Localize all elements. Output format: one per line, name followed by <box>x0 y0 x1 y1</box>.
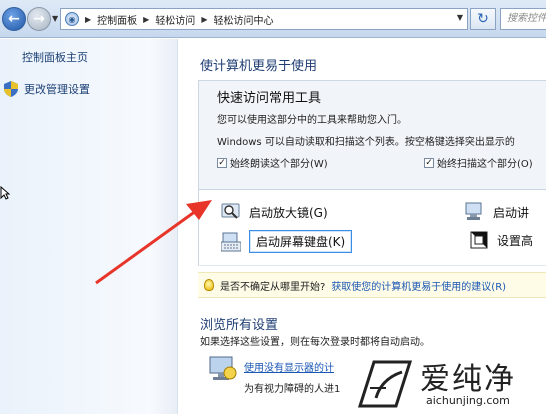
back-arrow-icon: ← <box>8 11 20 27</box>
always-scan-checkbox[interactable]: ✓ 始终扫描这个部分(O) <box>424 155 533 170</box>
lightbulb-icon <box>204 279 214 291</box>
always-read-label: 始终朗读这个部分(W) <box>230 159 328 170</box>
suggestion-question: 是否不确定从哪里开始? <box>220 281 326 293</box>
recent-pages-dropdown[interactable]: ▼ <box>52 14 58 23</box>
checkmark-icon: ✓ <box>424 157 434 168</box>
tool-launch-area: 启动放大镜(G) 启动屏幕键盘(K) 启动讲 设置高 <box>198 190 546 266</box>
start-onscreen-keyboard-link[interactable]: 启动屏幕键盘(K) <box>221 230 353 253</box>
quick-access-panel: 快速访问常用工具 您可以使用这部分中的工具来帮助您入门。 Windows 可以自… <box>198 80 546 190</box>
quick-access-description: 您可以使用这部分中的工具来帮助您入门。 <box>217 115 407 126</box>
monitor-icon <box>209 356 237 380</box>
suggestion-bar: 是否不确定从哪里开始? 获取使您的计算机更易于使用的建议(R) <box>198 272 546 298</box>
always-scan-label: 始终扫描这个部分(O) <box>437 159 533 170</box>
cursor-icon <box>0 186 10 200</box>
shield-icon <box>4 81 18 97</box>
nav-control-panel-home[interactable]: 控制面板主页 <box>22 49 88 65</box>
magnifier-icon <box>221 203 240 219</box>
address-dropdown[interactable]: ▼ <box>457 13 463 22</box>
address-toolbar: ← → ▼ ◉ ▶ 控制面板 ▶ 轻松访问 ▶ 轻松访问中心 ▼ ↻ 搜索控件 <box>0 0 546 38</box>
search-input[interactable]: 搜索控件 <box>500 8 546 30</box>
brand-logo-icon <box>357 360 413 408</box>
address-field[interactable]: ◉ ▶ 控制面板 ▶ 轻松访问 ▶ 轻松访问中心 ▼ <box>60 8 468 30</box>
refresh-icon: ↻ <box>477 11 489 27</box>
get-recommendations-link[interactable]: 获取使您的计算机更易于使用的建议(R) <box>331 278 506 293</box>
quick-access-heading: 快速访问常用工具 <box>217 91 322 106</box>
start-magnifier-label: 启动放大镜(G) <box>249 205 328 220</box>
nav-change-admin-settings[interactable]: 更改管理设置 <box>4 81 90 97</box>
start-narrator-link[interactable]: 启动讲 <box>465 202 529 222</box>
forward-arrow-icon: → <box>33 11 45 27</box>
browse-settings-heading: 浏览所有设置 <box>200 318 279 333</box>
breadcrumb-ease-center[interactable]: 轻松访问中心 <box>213 12 273 27</box>
always-read-checkbox[interactable]: ✓ 始终朗读这个部分(W) <box>217 155 328 170</box>
start-narrator-label: 启动讲 <box>493 205 530 220</box>
breadcrumb-separator[interactable]: ▶ <box>85 15 91 24</box>
start-magnifier-link[interactable]: 启动放大镜(G) <box>221 202 328 222</box>
keyboard-icon <box>221 232 241 251</box>
checkmark-icon: ✓ <box>217 157 227 168</box>
use-without-display-description: 为有视力障碍的人进1 <box>244 384 341 395</box>
browse-settings-description: 如果选择这些设置，则在每次登录时都将自动启动。 <box>200 337 430 348</box>
watermark: 爱纯净 aichunjing.com <box>346 352 546 414</box>
control-panel-icon: ◉ <box>65 12 79 26</box>
start-onscreen-keyboard-label: 启动屏幕键盘(K) <box>249 230 353 253</box>
set-high-contrast-link[interactable]: 设置高 <box>469 230 533 250</box>
breadcrumb-ease-of-access[interactable]: 轻松访问 <box>155 12 195 27</box>
breadcrumb-separator[interactable]: ▶ <box>143 15 149 24</box>
narrator-icon <box>465 202 482 220</box>
nav-change-admin-settings-label: 更改管理设置 <box>24 83 90 96</box>
quick-access-scan-description: Windows 可以自动读取和扫描这个列表。按空格键选择突出显示的 <box>217 137 515 148</box>
watermark-url: aichunjing.com <box>426 394 510 407</box>
set-high-contrast-label: 设置高 <box>497 233 534 248</box>
forward-button[interactable]: → <box>27 7 51 31</box>
use-without-display-link[interactable]: 使用没有显示器的计 <box>244 359 334 374</box>
high-contrast-icon <box>470 231 488 249</box>
left-navigation-pane: 控制面板主页 更改管理设置 <box>0 39 178 414</box>
watermark-brand: 爱纯净 <box>420 362 516 397</box>
breadcrumb-separator[interactable]: ▶ <box>201 15 207 24</box>
back-button[interactable]: ← <box>2 7 26 31</box>
refresh-button[interactable]: ↻ <box>470 8 496 30</box>
breadcrumb-control-panel[interactable]: 控制面板 <box>97 12 137 27</box>
page-title: 使计算机更易于使用 <box>200 59 318 74</box>
